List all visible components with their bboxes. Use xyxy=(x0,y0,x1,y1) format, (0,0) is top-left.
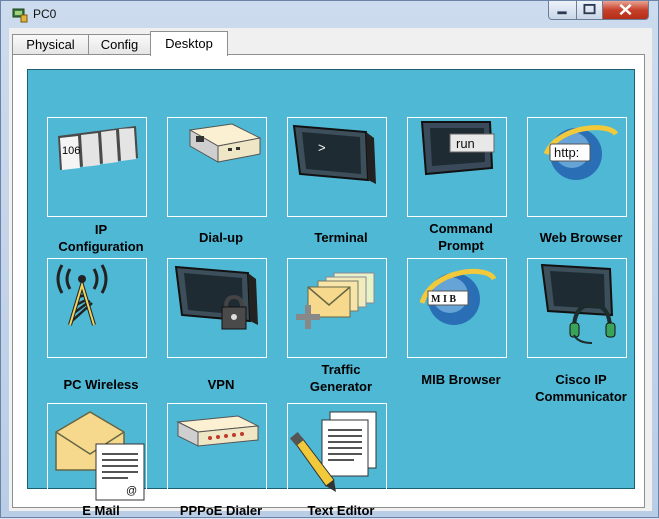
app-label: IP Configuration xyxy=(58,222,144,254)
app-label: Traffic Generator xyxy=(309,362,373,394)
maximize-icon xyxy=(583,3,596,15)
svg-text:@: @ xyxy=(126,485,137,497)
app-label: MIB Browser xyxy=(421,372,501,387)
traffic-generator-icon[interactable] xyxy=(287,258,387,358)
pppoe-dialer-icon[interactable] xyxy=(167,403,267,503)
mib-browser-icon[interactable]: M I B xyxy=(407,258,507,358)
ip-configuration-icon[interactable]: 106 xyxy=(47,117,147,217)
app-label: Text Editor xyxy=(307,503,375,518)
tab-physical[interactable]: Physical xyxy=(12,34,89,55)
app-label: E Mail xyxy=(82,503,120,518)
cisco-ip-communicator-icon[interactable] xyxy=(527,258,627,358)
web-browser-icon[interactable]: http: xyxy=(527,117,627,217)
web-browser-icon-text: http: xyxy=(554,145,579,160)
minimize-icon xyxy=(557,11,567,15)
tab-config[interactable]: Config xyxy=(88,34,151,55)
app-window: PC0 Physical Config Desktop 106 IP Confi… xyxy=(0,0,659,518)
text-editor-icon[interactable] xyxy=(287,403,387,503)
pc-app-icon xyxy=(12,8,28,23)
desktop-area: 106 IP Configuration Dial-up > Terminal … xyxy=(27,69,635,518)
close-icon xyxy=(619,3,632,16)
email-icon[interactable]: @ xyxy=(47,403,147,503)
pc-wireless-icon[interactable] xyxy=(47,258,147,358)
title-bar[interactable]: PC0 xyxy=(1,1,658,28)
app-label: Dial-up xyxy=(198,230,244,245)
app-label: PPPoE Dialer xyxy=(179,503,263,518)
maximize-button[interactable] xyxy=(576,1,603,20)
app-label: Cisco IP Communicator xyxy=(535,372,627,404)
ip-icon-text: 106 xyxy=(62,145,80,157)
app-label: Command Prompt xyxy=(429,221,493,253)
window-client: Physical Config Desktop 106 IP Configura… xyxy=(9,28,652,518)
app-label: Web Browser xyxy=(539,230,623,245)
app-label: Terminal xyxy=(314,230,368,245)
desktop-tab-panel: 106 IP Configuration Dial-up > Terminal … xyxy=(12,54,645,518)
tab-desktop[interactable]: Desktop xyxy=(150,31,228,56)
svg-text:>: > xyxy=(318,140,326,155)
vpn-icon[interactable] xyxy=(167,258,267,358)
mib-browser-icon-text: M I B xyxy=(431,294,456,305)
command-prompt-icon-text: run xyxy=(456,136,475,151)
window-title: PC0 xyxy=(33,7,57,21)
close-button[interactable] xyxy=(602,1,649,20)
terminal-icon[interactable]: > xyxy=(287,117,387,217)
minimize-button[interactable] xyxy=(548,1,577,20)
app-label: VPN xyxy=(207,377,235,392)
app-label: PC Wireless xyxy=(63,377,139,392)
dial-up-icon[interactable] xyxy=(167,117,267,217)
command-prompt-icon[interactable]: run xyxy=(407,117,507,217)
